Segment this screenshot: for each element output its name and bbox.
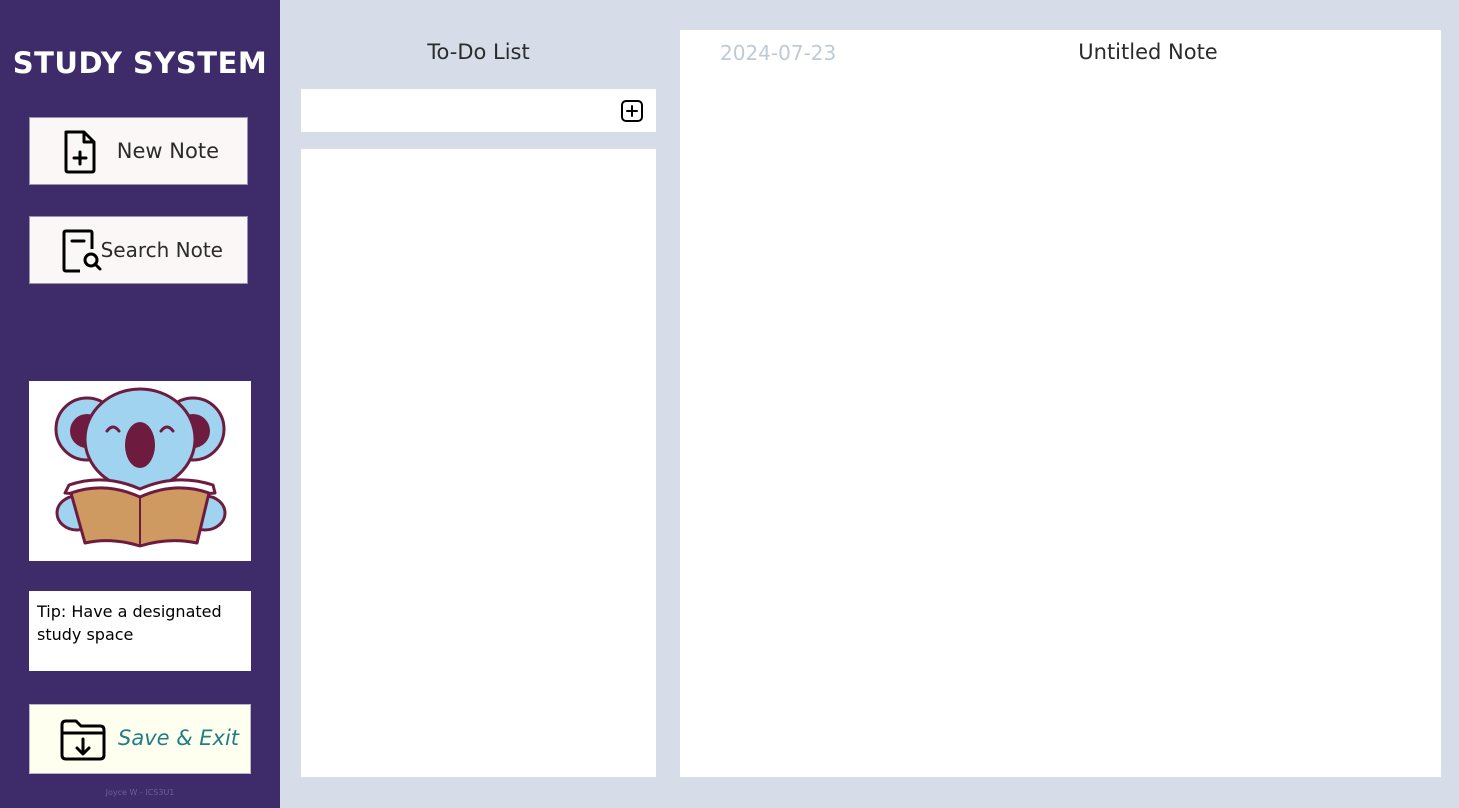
author-credit: Joyce W - ICS3U1 (105, 788, 175, 797)
todo-input[interactable] (301, 89, 656, 132)
plus-square-icon (620, 100, 644, 127)
new-note-button[interactable]: New Note (29, 117, 248, 185)
save-exit-label: Save & Exit (118, 726, 240, 750)
search-note-label: Search Note (100, 238, 223, 262)
note-panel: 2024-07-23 Untitled Note (680, 30, 1441, 777)
study-tip: Tip: Have a designated study space (29, 591, 251, 671)
search-note-button[interactable]: Search Note (29, 216, 248, 284)
folder-download-icon (58, 717, 108, 767)
todo-list[interactable] (301, 149, 656, 777)
todo-add-button[interactable] (620, 99, 644, 123)
app-title: STUDY SYSTEM (12, 46, 268, 80)
todo-title: To-Do List (427, 40, 530, 64)
note-body-editor[interactable] (700, 86, 1421, 757)
new-note-label: New Note (116, 139, 219, 163)
sidebar: STUDY SYSTEM New Note Search Note Tip: H… (0, 0, 280, 808)
note-title[interactable]: Untitled Note (960, 40, 1336, 64)
save-exit-button[interactable]: Save & Exit (29, 704, 251, 774)
koala-mascot-image (29, 381, 251, 561)
note-date: 2024-07-23 (720, 41, 837, 65)
